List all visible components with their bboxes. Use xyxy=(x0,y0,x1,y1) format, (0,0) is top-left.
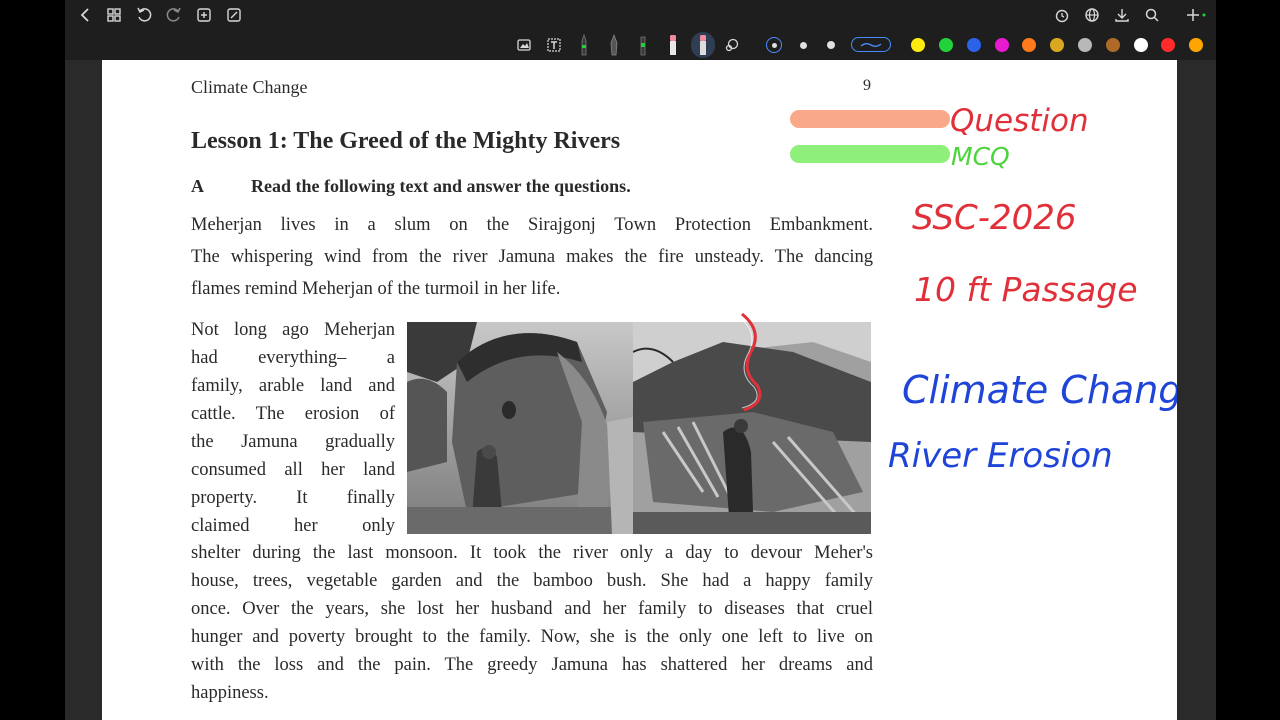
passage-line: consumed all her land xyxy=(191,460,395,480)
undo-icon[interactable] xyxy=(134,5,154,25)
color-swatch[interactable] xyxy=(967,38,981,52)
screen-bezel-right xyxy=(1216,0,1280,720)
passage-line: property. It finally xyxy=(191,488,395,508)
highlighter-icon[interactable] xyxy=(634,32,652,58)
alarm-icon[interactable] xyxy=(1052,5,1072,25)
annotation-squiggle xyxy=(739,312,762,412)
passage-line: once. Over the years, she lost her husba… xyxy=(191,599,873,619)
back-icon[interactable] xyxy=(75,5,95,25)
edit-icon[interactable] xyxy=(224,5,244,25)
annotation-mcq-label: MCQ xyxy=(951,142,1010,171)
eraser-icon[interactable] xyxy=(664,32,682,58)
annotation-climate-change: Climate Change xyxy=(902,368,1177,412)
color-swatch[interactable] xyxy=(911,38,925,52)
passage-line: happiness. xyxy=(191,683,269,703)
color-swatch[interactable] xyxy=(1189,38,1203,52)
image-tool-icon[interactable] xyxy=(515,36,533,54)
stroke-size-large[interactable] xyxy=(823,37,839,53)
page-number: 9 xyxy=(863,77,871,94)
passage-line: Not long ago Meherjan xyxy=(191,320,395,340)
color-swatch[interactable] xyxy=(995,38,1009,52)
pen-tool-icon[interactable] xyxy=(575,32,593,58)
add-page-icon[interactable] xyxy=(194,5,214,25)
section-letter: A xyxy=(191,176,204,196)
highlight-legend-question xyxy=(790,110,950,128)
lasso-icon[interactable] xyxy=(723,36,741,54)
annotation-river-erosion: River Erosion xyxy=(888,436,1113,476)
annotation-passage: 10 ft Passage xyxy=(914,270,1138,309)
passage-line: claimed her only xyxy=(191,516,395,536)
color-swatch[interactable] xyxy=(1050,38,1064,52)
lesson-title: Lesson 1: The Greed of the Mighty Rivers xyxy=(191,128,621,154)
color-swatch[interactable] xyxy=(1022,38,1036,52)
passage-line: family, arable land and xyxy=(191,376,395,396)
stroke-size-small-selected[interactable] xyxy=(766,37,782,53)
passage-line: The whispering wind from the river Jamun… xyxy=(191,247,873,267)
color-swatch[interactable] xyxy=(1106,38,1120,52)
passage-line: the Jamuna gradually xyxy=(191,432,395,452)
fountain-pen-icon[interactable] xyxy=(605,32,623,58)
color-swatch[interactable] xyxy=(939,38,953,52)
passage-line: with the loss and the pain. The greedy J… xyxy=(191,655,873,675)
screen-bezel-left xyxy=(0,0,65,720)
stroke-size-medium[interactable] xyxy=(795,37,811,53)
color-swatch[interactable] xyxy=(1078,38,1092,52)
highlight-legend-mcq xyxy=(790,145,950,163)
passage-line: house, trees, vegetable garden and the b… xyxy=(191,571,873,591)
photo-hut xyxy=(407,322,633,534)
redo-icon[interactable] xyxy=(164,5,184,25)
stroke-style-selector[interactable] xyxy=(851,37,891,52)
annotation-ssc: SSC-2026 xyxy=(912,198,1077,238)
passage-line: cattle. The erosion of xyxy=(191,404,395,424)
passage-line: shelter during the last monsoon. It took… xyxy=(191,543,873,563)
add-icon[interactable] xyxy=(1184,5,1208,25)
annotation-question-label: Question xyxy=(950,103,1089,139)
document-page: Climate Change 9 Lesson 1: The Greed of … xyxy=(102,60,1177,720)
note-app-window: Climate Change 9 Lesson 1: The Greed of … xyxy=(65,0,1216,720)
color-swatch[interactable] xyxy=(1134,38,1148,52)
text-tool-icon[interactable] xyxy=(545,36,563,54)
passage-line: had everything– a xyxy=(191,348,395,368)
globe-icon[interactable] xyxy=(1082,5,1102,25)
passage-line: flames remind Meherjan of the turmoil in… xyxy=(191,279,561,299)
top-toolbar xyxy=(65,0,1216,60)
grid-icon[interactable] xyxy=(104,5,124,25)
passage-line: Meherjan lives in a slum on the Sirajgon… xyxy=(191,215,873,235)
search-icon[interactable] xyxy=(1142,5,1162,25)
active-pencil-icon[interactable] xyxy=(691,32,715,58)
download-icon[interactable] xyxy=(1112,5,1132,25)
passage-line: hunger and poverty brought to the family… xyxy=(191,627,873,647)
running-head: Climate Change xyxy=(191,77,308,97)
instruction-text: Read the following text and answer the q… xyxy=(251,176,631,196)
color-swatch[interactable] xyxy=(1161,38,1175,52)
